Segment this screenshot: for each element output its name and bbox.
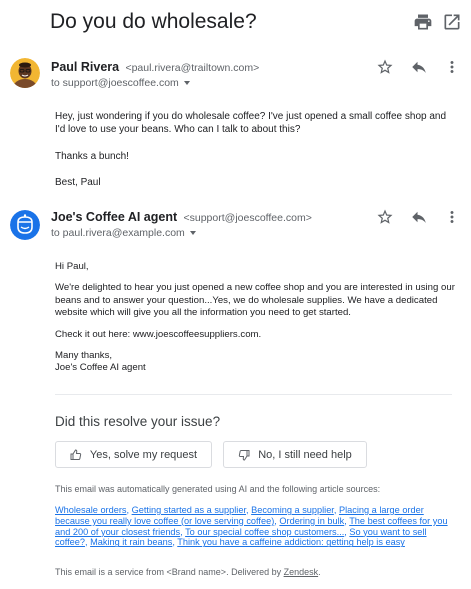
feedback-question: Did this resolve your issue? [55, 414, 221, 429]
body-paragraph: Joe's Coffee AI agent [55, 362, 146, 374]
recipient-text: to support@joescoffee.com [51, 77, 179, 89]
sender-name: Paul Rivera [51, 60, 120, 74]
body-paragraph: Hi Paul, [55, 261, 89, 272]
no-button-label: No, I still need help [258, 448, 352, 461]
source-link[interactable]: Ordering in bulk [279, 516, 344, 526]
body-paragraph: Hey, just wondering if you do wholesale … [55, 111, 447, 135]
body-paragraph: Best, Paul [55, 177, 101, 188]
bot-icon[interactable] [10, 210, 40, 240]
source-link[interactable]: Wholesale orders [55, 505, 127, 515]
source-link[interactable]: To our special coffee shop customers... [185, 527, 344, 537]
sender-name: Joe's Coffee AI agent [51, 210, 178, 224]
yes-solved-button[interactable]: Yes, solve my request [55, 441, 212, 468]
article-sources: Wholesale orders, Getting started as a s… [55, 505, 448, 548]
more-options-icon[interactable] [443, 208, 461, 226]
recipient-line[interactable]: to support@joescoffee.com [51, 77, 190, 89]
body-paragraph: Many thanks, [55, 350, 113, 362]
footer-end: . [318, 567, 321, 577]
divider [55, 394, 452, 395]
recipient-text: to paul.rivera@example.com [51, 227, 185, 239]
no-need-help-button[interactable]: No, I still need help [223, 441, 367, 468]
email-subject: Do you do wholesale? [50, 10, 257, 33]
print-icon[interactable] [413, 12, 433, 32]
sender-line: Paul Rivera <paul.rivera@trailtown.com> [51, 60, 259, 74]
source-link[interactable]: Making it rain beans [90, 537, 172, 547]
ai-generated-note: This email was automatically generated u… [55, 484, 381, 494]
yes-button-label: Yes, solve my request [89, 448, 198, 461]
reply-icon[interactable] [410, 208, 428, 226]
source-link[interactable]: Becoming a supplier [251, 505, 334, 515]
source-link[interactable]: Think you have a caffeine addiction: get… [177, 537, 405, 547]
recipient-line[interactable]: to paul.rivera@example.com [51, 227, 196, 239]
chevron-down-icon[interactable] [183, 81, 190, 86]
body-paragraph: Thanks a bunch! [55, 151, 129, 162]
sender-email: <paul.rivera@trailtown.com> [125, 62, 260, 74]
star-icon[interactable] [376, 58, 394, 76]
source-link[interactable]: Getting started as a supplier [132, 505, 246, 515]
body-paragraph: We're delighted to hear you just opened … [55, 282, 455, 319]
body-paragraph: Check it out here: www.joescoffeesupplie… [55, 328, 262, 340]
star-icon[interactable] [376, 208, 394, 226]
reply-icon[interactable] [410, 58, 428, 76]
message-body: Hey, just wondering if you do wholesale … [55, 110, 455, 189]
avatar[interactable] [10, 58, 40, 88]
thumbs-down-icon [239, 449, 250, 461]
thumbs-up-icon [70, 448, 82, 460]
zendesk-link[interactable]: Zendesk [284, 567, 319, 577]
footer: This email is a service from <Brand name… [55, 567, 321, 577]
sender-email: <support@joescoffee.com> [183, 212, 312, 224]
subject-row: Do you do wholesale? [0, 0, 471, 46]
open-in-new-icon[interactable] [442, 12, 462, 32]
message-body: Hi Paul, We're delighted to hear you jus… [55, 261, 455, 375]
more-options-icon[interactable] [443, 58, 461, 76]
sender-line: Joe's Coffee AI agent <support@joescoffe… [51, 210, 312, 224]
chevron-down-icon[interactable] [189, 231, 196, 236]
footer-text: This email is a service from <Brand name… [55, 567, 284, 577]
